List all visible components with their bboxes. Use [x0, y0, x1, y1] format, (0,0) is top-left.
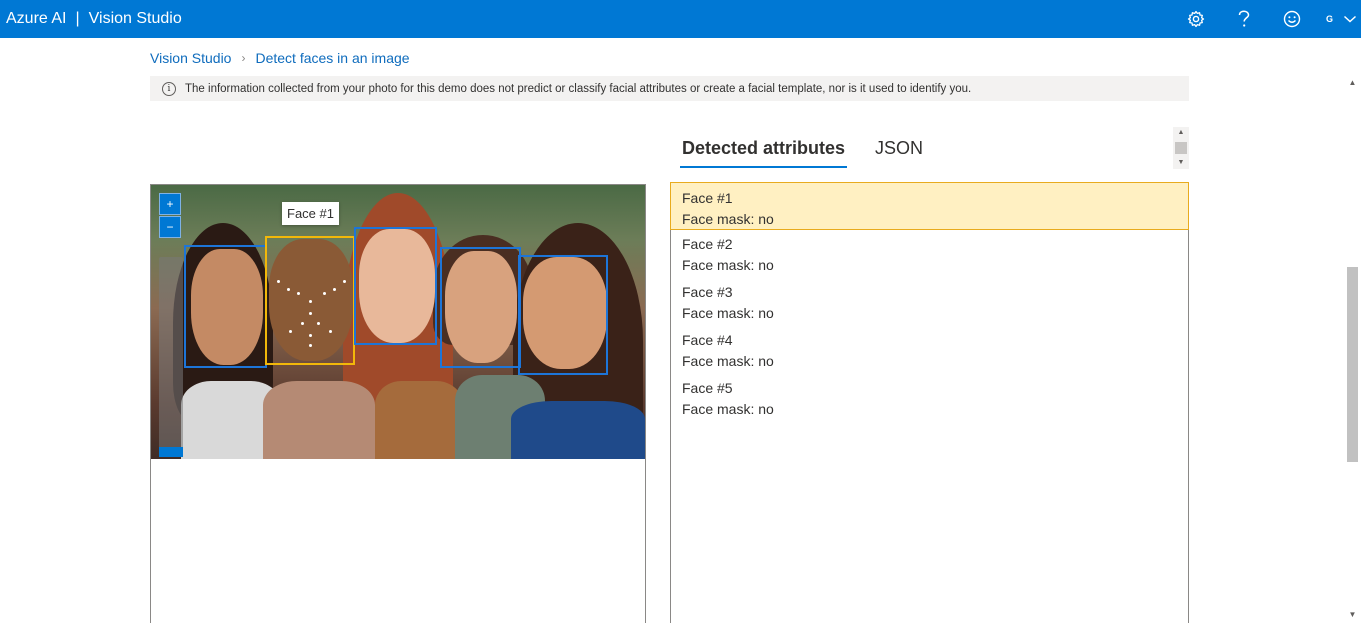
scroll-up-icon[interactable]: ▲ — [1173, 127, 1189, 139]
person-shirt — [511, 401, 645, 459]
top-bar: Azure AI | Vision Studio G — [0, 0, 1361, 38]
detected-attributes-list: Face #1 Face mask: no Face #2 Face mask:… — [670, 182, 1189, 623]
page-scrollbar[interactable]: ▲ ▼ — [1344, 76, 1361, 623]
info-banner-text: The information collected from your phot… — [185, 82, 972, 95]
face-box-5[interactable] — [518, 255, 608, 375]
gear-icon — [1187, 10, 1205, 28]
list-item[interactable]: Face #3 Face mask: no — [671, 277, 1188, 325]
face-attribute: Face mask: no — [682, 401, 774, 417]
breadcrumb-link-vision-studio[interactable]: Vision Studio — [150, 50, 231, 66]
brand-product: Vision Studio — [88, 10, 182, 27]
chevron-down-icon — [1343, 15, 1357, 23]
scroll-down-icon[interactable]: ▼ — [1173, 157, 1189, 169]
zoom-out-button[interactable]: − — [159, 216, 181, 238]
zoom-control: + − — [159, 193, 183, 459]
face-landmark — [323, 292, 326, 295]
info-icon: i — [162, 81, 176, 96]
face-attribute: Face mask: no — [682, 353, 774, 369]
scroll-thumb[interactable] — [1175, 142, 1187, 154]
face-attribute: Face mask: no — [682, 305, 774, 321]
account-menu[interactable]: G — [1316, 0, 1361, 38]
person-shirt — [375, 381, 463, 459]
face-box-2[interactable] — [184, 245, 267, 368]
tabs-scrollbar[interactable]: ▲ ▼ — [1173, 127, 1189, 169]
person-shirt — [263, 381, 375, 459]
top-bar-actions: G — [1172, 0, 1361, 38]
face-title: Face #4 — [682, 332, 733, 348]
face-box-3[interactable] — [354, 227, 437, 345]
list-item[interactable]: Face #2 Face mask: no — [671, 229, 1188, 277]
settings-button[interactable] — [1172, 0, 1220, 38]
scroll-up-icon[interactable]: ▲ — [1344, 76, 1361, 90]
breadcrumb: Vision Studio › Detect faces in an image — [150, 48, 410, 68]
face-title: Face #1 — [682, 190, 733, 206]
list-item[interactable]: Face #5 Face mask: no — [671, 373, 1188, 421]
face-title: Face #3 — [682, 284, 733, 300]
feedback-smiley-icon — [1283, 10, 1301, 28]
breadcrumb-chevron-icon: › — [241, 51, 246, 65]
face-title: Face #5 — [682, 380, 733, 396]
face-landmark — [309, 344, 312, 347]
face-landmark — [301, 322, 304, 325]
breadcrumb-link-detect-faces[interactable]: Detect faces in an image — [255, 50, 409, 66]
list-item[interactable]: Face #1 Face mask: no — [670, 182, 1189, 230]
face-landmark — [317, 322, 320, 325]
page-scroll-thumb[interactable] — [1347, 267, 1358, 462]
feedback-button[interactable] — [1268, 0, 1316, 38]
face-box-4[interactable] — [440, 247, 521, 368]
info-banner: i The information collected from your ph… — [150, 76, 1189, 101]
face-landmark — [287, 288, 290, 291]
zoom-in-button[interactable]: + — [159, 193, 181, 215]
face-landmark — [289, 330, 292, 333]
face-attribute: Face mask: no — [682, 211, 774, 227]
zoom-slider-thumb[interactable] — [159, 447, 183, 457]
result-tabs: Detected attributes JSON — [680, 134, 923, 170]
scroll-down-icon[interactable]: ▼ — [1344, 608, 1361, 622]
face-tooltip: Face #1 — [282, 202, 339, 225]
face-landmark — [333, 288, 336, 291]
analyzed-photo[interactable]: Face #1 + − — [151, 185, 645, 459]
brand-separator: | — [75, 10, 80, 27]
face-landmark — [309, 334, 312, 337]
face-landmark — [309, 312, 312, 315]
help-icon — [1238, 10, 1250, 27]
face-landmark — [297, 292, 300, 295]
brand-primary: Azure AI — [6, 10, 67, 27]
face-landmark — [343, 280, 346, 283]
tab-json[interactable]: JSON — [875, 134, 923, 168]
account-initial: G — [1325, 14, 1333, 24]
zoom-slider[interactable] — [159, 257, 183, 457]
face-landmark — [309, 300, 312, 303]
face-title: Face #2 — [682, 236, 733, 252]
face-attribute: Face mask: no — [682, 257, 774, 273]
list-item[interactable]: Face #4 Face mask: no — [671, 325, 1188, 373]
help-button[interactable] — [1220, 0, 1268, 38]
image-panel: Face #1 + − — [150, 184, 646, 623]
face-landmark — [329, 330, 332, 333]
brand[interactable]: Azure AI | Vision Studio — [0, 10, 182, 28]
face-landmark — [277, 280, 280, 283]
face-box-1[interactable] — [265, 236, 355, 365]
tab-detected-attributes[interactable]: Detected attributes — [680, 134, 848, 168]
